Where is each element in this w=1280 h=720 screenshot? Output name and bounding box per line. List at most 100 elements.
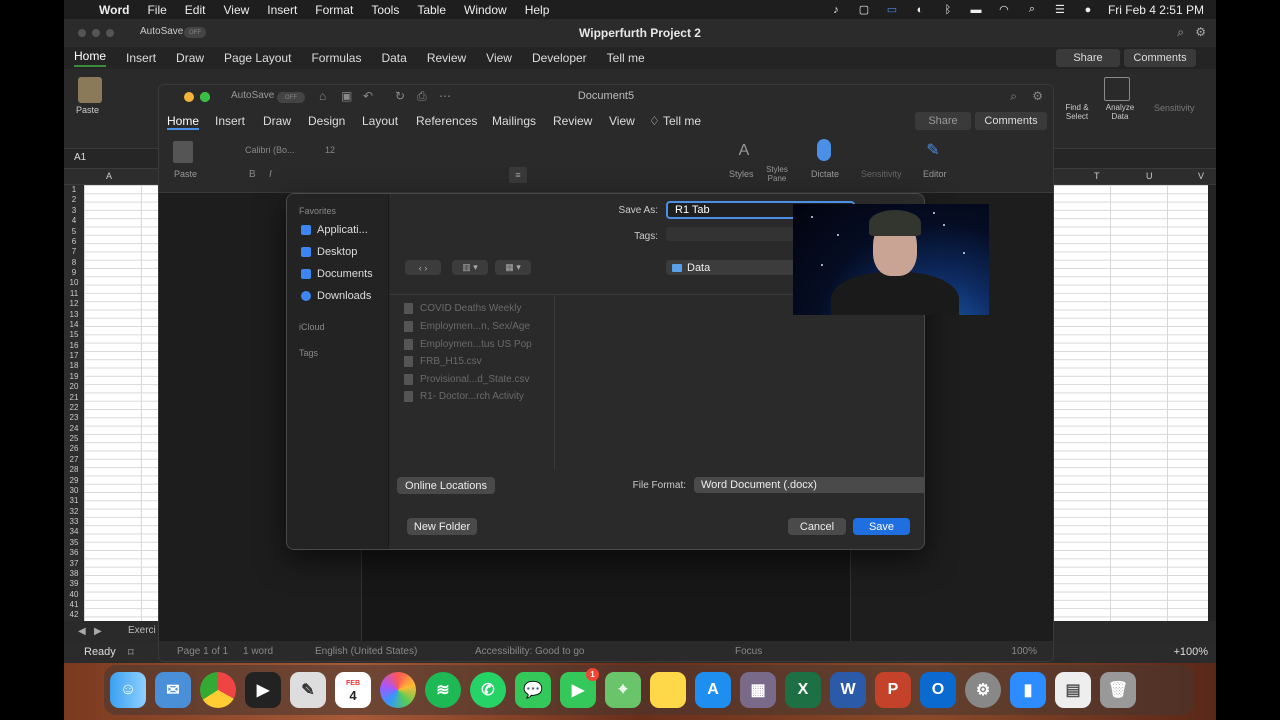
name-box[interactable]: A1: [74, 152, 86, 163]
word-tab-layout[interactable]: Layout: [362, 114, 398, 128]
menu-edit[interactable]: Edit: [185, 3, 206, 17]
row-header[interactable]: 36: [64, 548, 84, 558]
whatsapp-icon[interactable]: ✆: [470, 672, 506, 708]
sidebar-item-documents[interactable]: Documents: [301, 268, 373, 280]
row-header[interactable]: 38: [64, 569, 84, 579]
sheet-nav-next-icon[interactable]: ▶: [94, 626, 102, 637]
excel-tab-developer[interactable]: Developer: [532, 51, 587, 65]
powerpoint-icon[interactable]: P: [875, 672, 911, 708]
list-item[interactable]: Employmen...n, Sex/Age: [404, 321, 530, 332]
audio-icon[interactable]: ♪: [828, 4, 844, 16]
column-header-a[interactable]: A: [106, 171, 112, 181]
spotify-icon[interactable]: ≋: [425, 672, 461, 708]
excel-tab-page-layout[interactable]: Page Layout: [224, 51, 291, 65]
row-header[interactable]: 7: [64, 247, 84, 257]
outlook-icon[interactable]: O: [920, 672, 956, 708]
row-header[interactable]: 5: [64, 227, 84, 237]
menu-window[interactable]: Window: [464, 3, 507, 17]
sidebar-item-desktop[interactable]: Desktop: [301, 246, 357, 258]
menu-tools[interactable]: Tools: [371, 3, 399, 17]
row-header[interactable]: 13: [64, 310, 84, 320]
control-center-icon[interactable]: ☰: [1052, 3, 1068, 16]
row-header[interactable]: 40: [64, 590, 84, 600]
excel-tab-formulas[interactable]: Formulas: [311, 51, 361, 65]
excel-tab-review[interactable]: Review: [427, 51, 466, 65]
focus-button[interactable]: Focus: [735, 646, 762, 657]
zoom-app-icon[interactable]: ▮: [1010, 672, 1046, 708]
menu-file[interactable]: File: [147, 3, 166, 17]
search-icon[interactable]: ⌕: [1177, 25, 1184, 40]
word-tab-home[interactable]: Home: [167, 114, 200, 130]
macro-record-icon[interactable]: ⌑: [128, 646, 134, 659]
word-tab-draw[interactable]: Draw: [263, 114, 291, 128]
font-name-select[interactable]: Calibri (Bo...: [245, 143, 319, 157]
word-share-button[interactable]: Share: [915, 112, 971, 130]
app-store-icon[interactable]: A: [695, 672, 731, 708]
list-item[interactable]: Provisional...d_State.csv: [404, 374, 530, 385]
row-header[interactable]: 35: [64, 538, 84, 548]
document-icon[interactable]: ▤: [1055, 672, 1091, 708]
row-header[interactable]: 10: [64, 278, 84, 288]
settings-icon[interactable]: ⚙: [1032, 89, 1043, 103]
row-header[interactable]: 25: [64, 434, 84, 444]
row-header[interactable]: 23: [64, 413, 84, 423]
online-locations-button[interactable]: Online Locations: [397, 477, 495, 494]
siri-icon[interactable]: ●: [1080, 4, 1096, 16]
styles-icon[interactable]: A: [731, 139, 757, 163]
new-folder-button[interactable]: New Folder: [407, 518, 477, 535]
column-header-t[interactable]: T: [1094, 171, 1100, 181]
row-header[interactable]: 29: [64, 476, 84, 486]
word-tab-mailings[interactable]: Mailings: [492, 114, 536, 128]
row-header[interactable]: 20: [64, 382, 84, 392]
paste-icon[interactable]: [78, 77, 102, 103]
file-format-select[interactable]: Word Document (.docx) ⇕: [694, 477, 924, 493]
focus-icon[interactable]: ◐: [912, 4, 928, 16]
menu-help[interactable]: Help: [525, 3, 550, 17]
app-menu[interactable]: Word: [99, 3, 129, 17]
menu-insert[interactable]: Insert: [267, 3, 297, 17]
word-tab-review[interactable]: Review: [553, 114, 592, 128]
row-header[interactable]: 39: [64, 579, 84, 589]
messages-icon[interactable]: 💬: [515, 672, 551, 708]
launchpad-icon[interactable]: ▦: [740, 672, 776, 708]
styles-pane-label[interactable]: Styles Pane: [763, 165, 791, 183]
sheet-tab[interactable]: Exerci: [128, 625, 156, 636]
row-header[interactable]: 21: [64, 393, 84, 403]
row-header[interactable]: 30: [64, 486, 84, 496]
word-comments-button[interactable]: Comments: [975, 112, 1047, 130]
settings-icon[interactable]: ⚙: [1195, 25, 1206, 39]
battery-icon[interactable]: ▬: [968, 4, 984, 16]
row-header[interactable]: 42: [64, 610, 84, 620]
analyze-data-label[interactable]: Analyze Data: [1100, 103, 1140, 121]
styles-label[interactable]: Styles: [729, 169, 754, 179]
excel-icon[interactable]: X: [785, 672, 821, 708]
row-header[interactable]: 18: [64, 361, 84, 371]
word-tab-tell-me[interactable]: Tell me: [663, 114, 701, 128]
calendar-icon[interactable]: FEB 4: [335, 672, 371, 708]
cancel-button[interactable]: Cancel: [788, 518, 846, 535]
list-item[interactable]: Employmen...tus US Pop: [404, 339, 532, 350]
word-tab-design[interactable]: Design: [308, 114, 345, 128]
list-item[interactable]: COVID Deaths Weekly: [404, 303, 522, 314]
excel-tab-tell-me[interactable]: Tell me: [607, 51, 645, 65]
grid-view-icon[interactable]: ▦ ▾: [495, 260, 531, 275]
page-count[interactable]: Page 1 of 1: [177, 646, 228, 657]
row-header[interactable]: 28: [64, 465, 84, 475]
row-header[interactable]: 15: [64, 330, 84, 340]
excel-comments-button[interactable]: Comments: [1124, 49, 1196, 67]
excel-tab-insert[interactable]: Insert: [126, 51, 156, 65]
excel-share-button[interactable]: Share: [1056, 49, 1120, 67]
column-header-u[interactable]: U: [1146, 171, 1153, 181]
sidebar-item-applications[interactable]: Applicati...: [301, 224, 368, 236]
word-count[interactable]: 1 word: [243, 646, 273, 657]
bold-icon[interactable]: B: [249, 169, 256, 180]
row-header[interactable]: 41: [64, 600, 84, 610]
excel-tab-home[interactable]: Home: [74, 49, 107, 67]
italic-icon[interactable]: I: [269, 169, 272, 180]
row-header[interactable]: 12: [64, 299, 84, 309]
mail-icon[interactable]: ✉: [155, 672, 191, 708]
row-header[interactable]: 27: [64, 455, 84, 465]
row-header[interactable]: 1: [64, 185, 84, 195]
analyze-data-icon[interactable]: [1104, 77, 1130, 101]
row-header[interactable]: 37: [64, 559, 84, 569]
